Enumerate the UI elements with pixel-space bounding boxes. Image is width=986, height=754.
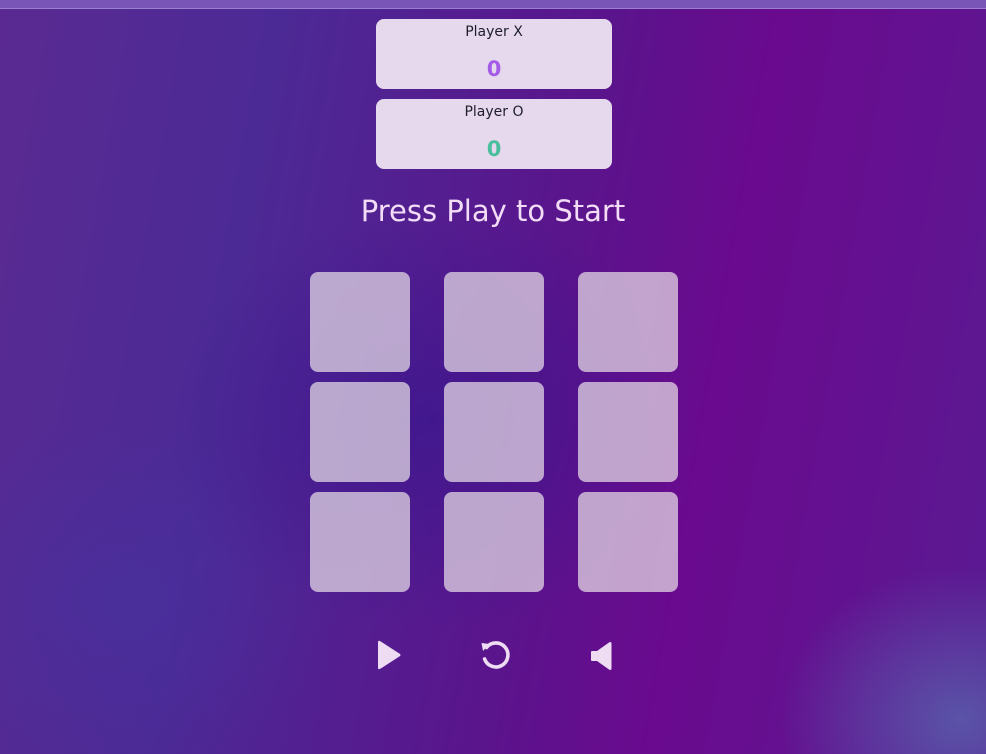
board-cell-7[interactable]	[310, 492, 410, 592]
sound-button[interactable]	[582, 636, 622, 676]
reset-button[interactable]	[476, 636, 516, 676]
board-cell-1[interactable]	[310, 272, 410, 372]
player-o-score-card: Player O 0	[376, 99, 612, 169]
player-x-label: Player X	[465, 24, 523, 40]
board-cell-2[interactable]	[444, 272, 544, 372]
play-button[interactable]	[368, 636, 408, 676]
player-x-score: 0	[486, 57, 502, 81]
game-board	[310, 272, 678, 592]
board-cell-4[interactable]	[310, 382, 410, 482]
speaker-icon	[591, 642, 612, 670]
browser-top-bar	[0, 0, 986, 9]
board-cell-5[interactable]	[444, 382, 544, 482]
board-cell-9[interactable]	[578, 492, 678, 592]
player-x-score-card: Player X 0	[376, 19, 612, 89]
player-o-label: Player O	[464, 104, 524, 120]
restart-icon	[481, 641, 510, 669]
player-o-score: 0	[486, 137, 502, 161]
play-icon	[378, 640, 401, 670]
board-cell-3[interactable]	[578, 272, 678, 372]
game-status-message: Press Play to Start	[360, 194, 626, 228]
board-cell-8[interactable]	[444, 492, 544, 592]
board-cell-6[interactable]	[578, 382, 678, 482]
